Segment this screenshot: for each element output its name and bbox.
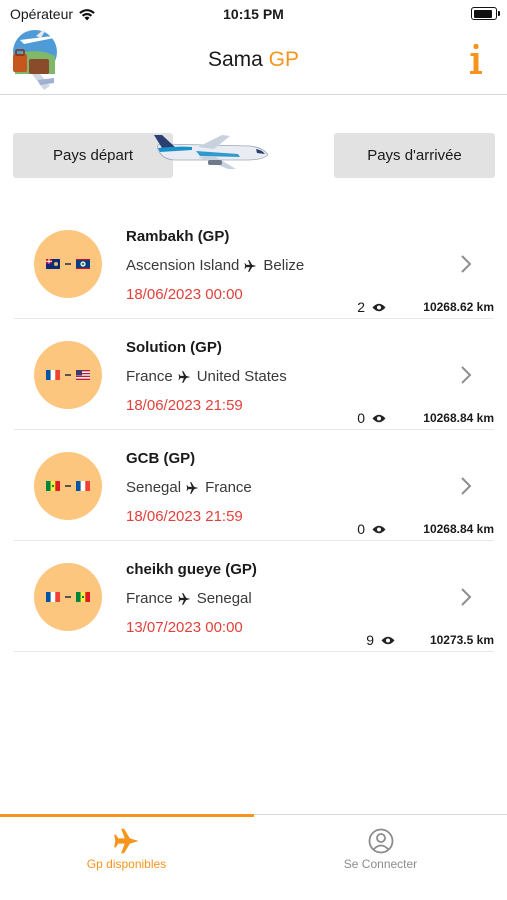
tab-label: Se Connecter bbox=[343, 857, 418, 871]
view-count-value: 0 bbox=[357, 410, 365, 426]
tab-gp-disponibles[interactable]: Gp disponibles bbox=[0, 815, 253, 883]
gp-name: Solution (GP) bbox=[126, 339, 222, 356]
list-item[interactable]: GCB (GP) Senegal France 18/06/2023 21:59… bbox=[14, 430, 494, 541]
gp-name: Rambakh (GP) bbox=[126, 228, 230, 245]
flag-france-icon bbox=[76, 481, 90, 491]
flag-belize-icon bbox=[76, 259, 90, 269]
view-count-value: 0 bbox=[357, 521, 365, 537]
destination-country: Senegal bbox=[196, 590, 252, 607]
destination-country: France bbox=[205, 479, 252, 496]
flag-france-icon bbox=[46, 592, 60, 602]
route-avatar bbox=[34, 230, 102, 298]
departure-date: 18/06/2023 00:00 bbox=[126, 286, 243, 303]
route-dash bbox=[65, 485, 71, 487]
route-line: Ascension Island Belize bbox=[126, 257, 304, 274]
view-count: 0 bbox=[357, 521, 386, 537]
route-line: Senegal France bbox=[126, 479, 252, 496]
gp-name: GCB (GP) bbox=[126, 450, 196, 467]
airplane-icon bbox=[178, 370, 190, 383]
gp-listing-list: Rambakh (GP) Ascension Island Belize 18/… bbox=[0, 208, 507, 652]
departure-date: 18/06/2023 21:59 bbox=[126, 508, 243, 525]
route-dash bbox=[65, 263, 71, 265]
view-count: 2 bbox=[357, 299, 386, 315]
chevron-right-icon[interactable] bbox=[460, 476, 472, 496]
departure-date: 13/07/2023 00:00 bbox=[126, 619, 243, 636]
airplane-icon bbox=[113, 828, 139, 854]
distance-label: 10268.62 km bbox=[423, 300, 494, 314]
departure-country-button[interactable]: Pays départ bbox=[13, 133, 173, 178]
status-time: 10:15 PM bbox=[223, 6, 284, 22]
origin-country: Senegal bbox=[126, 479, 182, 496]
title-main: Sama bbox=[207, 48, 263, 71]
tab-label: Gp disponibles bbox=[86, 857, 167, 871]
origin-country: Ascension Island bbox=[126, 257, 240, 274]
gp-name: cheikh gueye (GP) bbox=[126, 561, 257, 578]
distance-label: 10268.84 km bbox=[423, 411, 494, 425]
route-line: France Senegal bbox=[126, 590, 252, 607]
origin-country: France bbox=[126, 590, 173, 607]
flag-france-icon bbox=[46, 370, 60, 380]
departure-date: 18/06/2023 21:59 bbox=[126, 397, 243, 414]
route-line: France United States bbox=[126, 368, 287, 385]
tab-bar: Gp disponibles Se Connecter bbox=[0, 814, 507, 900]
view-count: 9 bbox=[366, 632, 395, 648]
arrival-country-label: Pays d'arrivée bbox=[367, 147, 462, 164]
chevron-right-icon[interactable] bbox=[460, 365, 472, 385]
arrival-country-button[interactable]: Pays d'arrivée bbox=[334, 133, 495, 178]
airplane-icon bbox=[186, 481, 199, 494]
view-count-value: 9 bbox=[366, 632, 374, 648]
list-item[interactable]: Rambakh (GP) Ascension Island Belize 18/… bbox=[14, 208, 494, 319]
route-dash bbox=[65, 374, 71, 376]
chevron-right-icon[interactable] bbox=[460, 587, 472, 607]
distance-label: 10273.5 km bbox=[429, 633, 494, 647]
origin-country: France bbox=[126, 368, 173, 385]
title-accent: GP bbox=[268, 48, 300, 71]
country-filter-row: Pays départ Pays d'arrivée bbox=[0, 133, 507, 179]
flag-senegal-icon bbox=[46, 481, 60, 491]
departure-country-label: Pays départ bbox=[52, 147, 134, 164]
status-bar: Opérateur 10:15 PM bbox=[0, 0, 507, 28]
view-count: 0 bbox=[357, 410, 386, 426]
user-circle-icon bbox=[368, 828, 393, 854]
eye-icon bbox=[372, 303, 386, 311]
route-avatar bbox=[34, 341, 102, 409]
distance-label: 10268.84 km bbox=[423, 522, 494, 536]
airplane-icon bbox=[178, 592, 190, 605]
flag-ascension-island-icon bbox=[46, 259, 60, 269]
eye-icon bbox=[381, 636, 395, 644]
flag-united-states-icon bbox=[76, 370, 90, 380]
airplane-icon bbox=[244, 259, 257, 272]
eye-icon bbox=[372, 414, 386, 422]
tab-se-connecter[interactable]: Se Connecter bbox=[254, 815, 507, 883]
route-avatar bbox=[34, 563, 102, 631]
list-item[interactable]: cheikh gueye (GP) France Senegal 13/07/2… bbox=[14, 541, 494, 652]
flag-senegal-icon bbox=[76, 592, 90, 602]
destination-country: United States bbox=[196, 368, 287, 385]
view-count-value: 2 bbox=[357, 299, 365, 315]
page-title: Sama GP bbox=[0, 48, 507, 72]
airplane-illustration bbox=[154, 135, 269, 169]
navigation-bar: Sama GP bbox=[0, 28, 507, 95]
battery-level bbox=[473, 9, 492, 18]
battery-icon bbox=[471, 7, 500, 20]
eye-icon bbox=[372, 525, 386, 533]
list-item[interactable]: Solution (GP) France United States 18/06… bbox=[14, 319, 494, 430]
route-dash bbox=[65, 596, 71, 598]
route-avatar bbox=[34, 452, 102, 520]
chevron-right-icon[interactable] bbox=[460, 254, 472, 274]
destination-country: Belize bbox=[263, 257, 305, 274]
info-icon[interactable] bbox=[465, 42, 487, 78]
